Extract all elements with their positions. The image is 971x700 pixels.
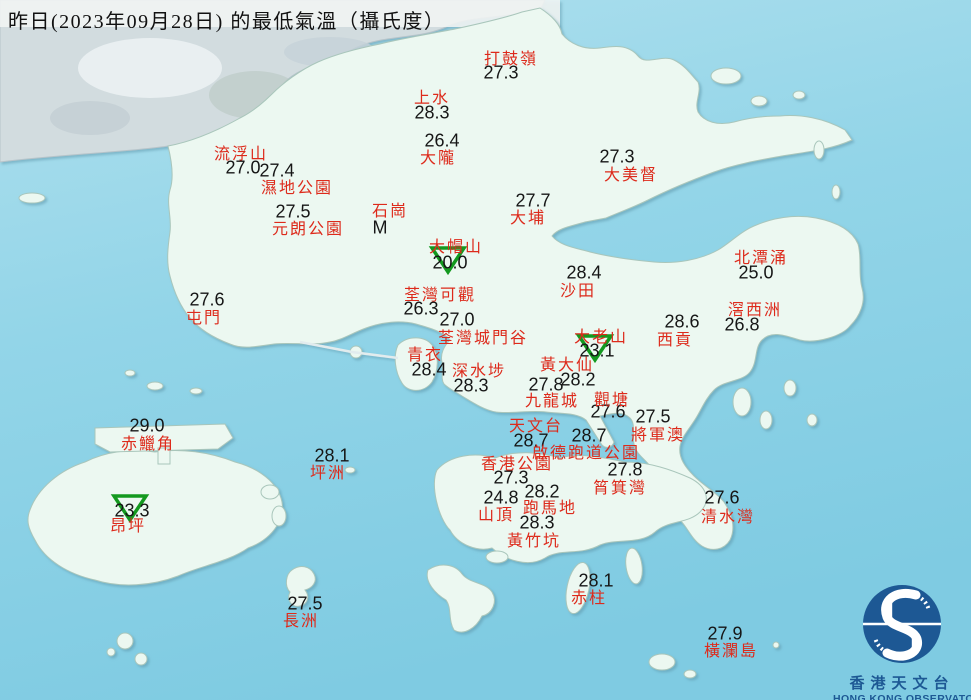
station-name: 黃竹坑 (507, 527, 561, 551)
station-name: 筲箕灣 (593, 474, 647, 498)
port-shelter-islet-2 (784, 380, 796, 396)
map-title: 昨日(2023年09月28日) 的最低氣溫（攝氏度） (8, 5, 445, 34)
ap-lei-chau-island (486, 551, 508, 563)
station-name: 大老山 (574, 323, 628, 347)
mirs-bay-island-1 (711, 68, 741, 84)
kau-sai-chau-island (733, 388, 751, 416)
station-name: 元朗公園 (272, 215, 344, 239)
station-name: 九龍城 (525, 387, 579, 411)
station-name: 赤柱 (571, 584, 607, 608)
station-name: 山頂 (478, 501, 514, 525)
soko-island-2 (135, 653, 147, 665)
station-name: 大隴 (420, 144, 456, 168)
po-toi-island (649, 654, 675, 670)
station-name: 觀塘 (594, 386, 630, 410)
mid-harbour-islet (345, 467, 355, 473)
station-name: 濕地公園 (261, 174, 333, 198)
brothers-islet-2 (125, 370, 135, 376)
station-name: 西貢 (657, 326, 693, 350)
port-shelter-islet-1 (760, 411, 772, 429)
station-name: 天文台 (509, 412, 563, 436)
station-name: 跑馬地 (523, 494, 577, 518)
hko-logo-icon (861, 583, 943, 665)
station-name: 昂坪 (110, 512, 146, 536)
station-name: 赤鱲角 (121, 430, 175, 454)
mirs-bay-island-2 (751, 96, 767, 106)
mirs-bay-island-4 (814, 141, 824, 159)
station-name: 沙田 (560, 277, 596, 301)
peng-chau-island (261, 485, 279, 499)
station-name: 大美督 (604, 161, 658, 185)
station-name: 深水埗 (452, 357, 506, 381)
po-toi-islet (684, 670, 696, 678)
mirs-bay-island-3 (793, 91, 805, 99)
station-name: 上水 (414, 84, 450, 108)
hko-logo-chinese-text: 香港天文台 (833, 672, 971, 693)
station-name: 滘西洲 (728, 296, 782, 320)
station-name: 打鼓嶺 (484, 45, 538, 69)
station-name: 大帽山 (429, 233, 483, 257)
station-name: 荃灣城門谷 (438, 324, 528, 348)
hko-logo-english-text: HONG KONG OBSERVATORY (833, 693, 971, 700)
station-name: 石崗 (372, 197, 408, 221)
brothers-islet-3 (190, 388, 202, 394)
station-name: 黃大仙 (540, 351, 594, 375)
station-name: 坪洲 (310, 459, 346, 483)
waglan-island (773, 642, 779, 648)
soko-island-1 (117, 633, 133, 649)
station-name: 長洲 (283, 607, 319, 631)
weather-map-page: 昨日(2023年09月28日) 的最低氣溫（攝氏度） 27.3打鼓嶺28.3上水… (0, 0, 971, 700)
mirs-bay-island-5 (832, 185, 840, 199)
station-name: 青衣 (407, 341, 443, 365)
station-name: 清水灣 (701, 503, 755, 527)
station-name: 橫瀾島 (704, 637, 758, 661)
station-name: 香港公園 (481, 450, 553, 474)
soko-island-3 (107, 648, 115, 656)
brothers-islet-1 (147, 382, 163, 390)
station-name: 流浮山 (214, 140, 268, 164)
hong-kong-base-map (0, 0, 971, 700)
hei-ling-chau-island (272, 506, 286, 526)
station-name: 北潭涌 (734, 244, 788, 268)
station-name: 屯門 (186, 304, 222, 328)
port-shelter-islet-3 (807, 414, 817, 426)
station-name: 大埔 (510, 204, 546, 228)
hko-logo: 香港天文台 HONG KONG OBSERVATORY (833, 583, 971, 698)
deep-bay-islet (19, 193, 45, 203)
station-name: 荃灣可觀 (404, 281, 476, 305)
